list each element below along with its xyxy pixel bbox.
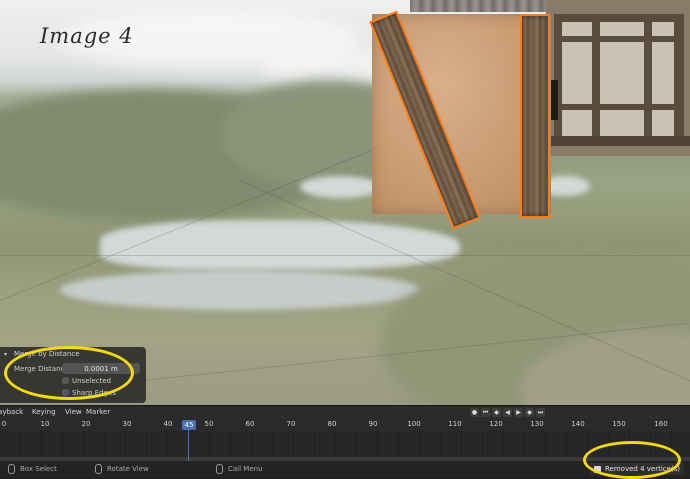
menu-view[interactable]: View bbox=[65, 408, 82, 416]
current-frame-indicator[interactable]: 45 bbox=[182, 420, 196, 430]
lake bbox=[300, 176, 380, 198]
house-beam bbox=[554, 36, 684, 42]
frame-tick: 40 bbox=[163, 420, 173, 428]
prev-key-icon[interactable]: ◆ bbox=[492, 408, 501, 417]
house-beam bbox=[644, 14, 652, 138]
house-beam bbox=[554, 14, 684, 22]
record-icon[interactable]: ● bbox=[470, 408, 479, 417]
3d-viewport[interactable]: Image 4 ▾ Merge by Distance Merge Distan… bbox=[0, 0, 690, 405]
handwritten-note: Image 4 bbox=[40, 24, 134, 48]
frame-tick: 160 bbox=[654, 420, 668, 428]
playhead[interactable] bbox=[188, 430, 189, 461]
frame-tick: 30 bbox=[122, 420, 132, 428]
annotation-circle-operator bbox=[4, 346, 134, 400]
next-key-icon[interactable]: ◆ bbox=[525, 408, 534, 417]
frame-tick: 120 bbox=[489, 420, 503, 428]
frame-tick: 100 bbox=[407, 420, 421, 428]
mouse-middle-icon bbox=[95, 464, 102, 474]
frame-tick: 140 bbox=[571, 420, 585, 428]
box-select-hint: Box Select bbox=[20, 465, 57, 473]
frame-tick: 80 bbox=[327, 420, 337, 428]
frame-tick: 150 bbox=[612, 420, 626, 428]
house-wall bbox=[554, 16, 684, 136]
house-model bbox=[546, 0, 690, 156]
annotation-circle-report bbox=[583, 441, 681, 479]
play-reverse-icon[interactable]: ◀ bbox=[503, 408, 512, 417]
mouse-left-icon bbox=[8, 464, 15, 474]
rotate-view-hint: Rotate View bbox=[107, 465, 149, 473]
house-beam bbox=[554, 104, 684, 110]
selected-plank-vertical[interactable] bbox=[520, 14, 550, 218]
play-icon[interactable]: ▶ bbox=[514, 408, 523, 417]
frame-tick: 10 bbox=[40, 420, 50, 428]
grid-line bbox=[0, 255, 690, 256]
frame-tick: 60 bbox=[245, 420, 255, 428]
jump-end-icon[interactable]: ⏭ bbox=[536, 408, 545, 417]
lake bbox=[60, 270, 420, 310]
frame-tick: 0 bbox=[1, 420, 7, 428]
house-beam bbox=[546, 136, 690, 146]
frame-ruler[interactable]: 0 10 20 30 40 50 60 70 80 90 100 110 120… bbox=[0, 419, 690, 431]
menu-playback[interactable]: Playback bbox=[0, 408, 23, 416]
menu-marker[interactable]: Marker bbox=[86, 408, 110, 416]
frame-tick: 70 bbox=[286, 420, 296, 428]
frame-tick: 20 bbox=[81, 420, 91, 428]
call-menu-hint: Call Menu bbox=[228, 465, 263, 473]
frame-tick: 110 bbox=[448, 420, 462, 428]
jump-start-icon[interactable]: ⏮ bbox=[481, 408, 490, 417]
frame-tick: 50 bbox=[204, 420, 214, 428]
timeline-header: Playback Keying View Marker ● ⏮ ◆ ◀ ▶ ◆ … bbox=[0, 405, 690, 420]
collapse-arrow-icon[interactable]: ▾ bbox=[4, 351, 7, 358]
lake bbox=[100, 220, 460, 270]
frame-tick: 130 bbox=[530, 420, 544, 428]
frame-tick: 90 bbox=[368, 420, 378, 428]
transport-controls: ● ⏮ ◆ ◀ ▶ ◆ ⏭ bbox=[470, 408, 545, 417]
house-beam bbox=[674, 14, 684, 138]
mouse-right-icon bbox=[216, 464, 223, 474]
house-beam bbox=[592, 14, 600, 138]
menu-keying[interactable]: Keying bbox=[32, 408, 56, 416]
